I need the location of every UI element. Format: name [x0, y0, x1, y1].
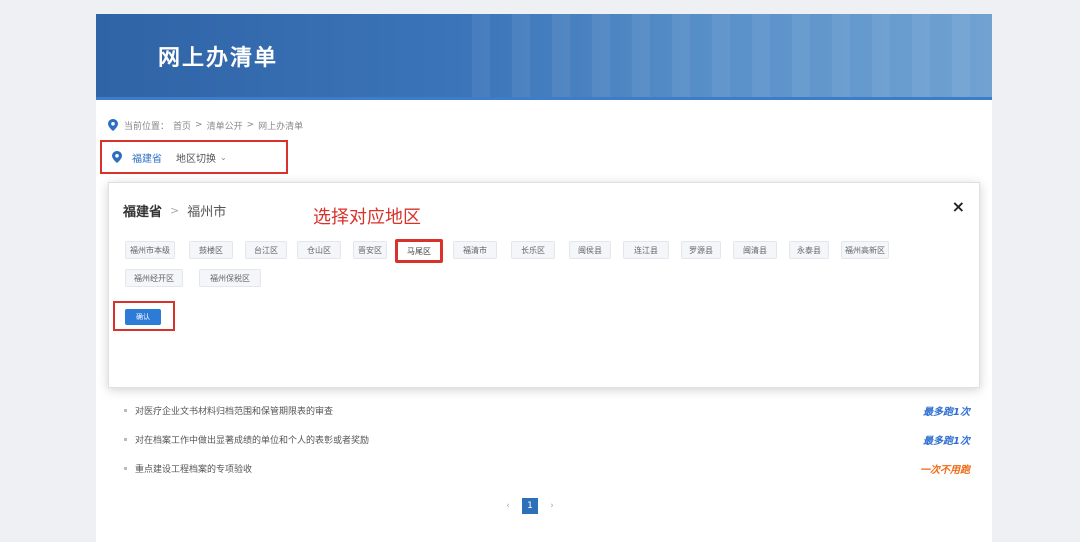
page-banner: 网上办清单: [96, 14, 992, 97]
region-selector[interactable]: 福建省 地区切换 ⌄: [100, 140, 288, 174]
district-item[interactable]: 仓山区: [297, 241, 341, 259]
region-panel: 福建省 > 福州市 选择对应地区 × 福州市本级 鼓楼区 台江区 仓山区 晋安区 马尾区福…: [108, 182, 980, 388]
page-container: 网上办清单 当前位置： 首页 > 清单公开 > 网上办清单 福建省 地区切换 ⌄…: [96, 14, 992, 542]
breadcrumb-separator: >: [246, 120, 255, 130]
region-panel-header: 福建省 > 福州市: [123, 201, 226, 220]
district-item[interactable]: 闽侯县: [569, 241, 611, 259]
pagination: ‹ 1 ›: [500, 498, 560, 514]
breadcrumb-label: 当前位置：: [124, 121, 170, 132]
bullet-icon: [124, 466, 127, 470]
service-badge: 最多跑1次: [923, 406, 970, 418]
page-number-current[interactable]: 1: [522, 498, 538, 514]
panel-separator: >: [170, 204, 180, 217]
district-item[interactable]: 连江县: [623, 241, 669, 259]
service-badge: 最多跑1次: [923, 435, 970, 447]
list-item-title[interactable]: 重点建设工程档案的专项验收: [135, 462, 252, 475]
service-badge: 一次不用跑: [920, 464, 970, 476]
confirm-button[interactable]: 确认: [125, 309, 161, 325]
region-switch-button[interactable]: 地区切换: [176, 150, 216, 165]
district-item[interactable]: 福州经开区: [125, 269, 183, 287]
district-item[interactable]: 鼓楼区: [189, 241, 233, 259]
breadcrumb-separator: >: [195, 120, 203, 130]
current-province[interactable]: 福建省: [132, 150, 162, 165]
district-item[interactable]: 台江区: [245, 241, 287, 259]
district-item[interactable]: 永泰县: [789, 241, 829, 259]
district-item[interactable]: 福州市本级: [125, 241, 175, 259]
annotation-text: 选择对应地区: [313, 207, 421, 228]
location-pin-icon: [108, 119, 118, 131]
breadcrumb-home[interactable]: 首页: [173, 119, 191, 132]
panel-city[interactable]: 福州市: [187, 201, 226, 220]
district-item[interactable]: 闽清县: [733, 241, 777, 259]
location-pin-icon: [112, 151, 122, 163]
district-item-selected[interactable]: 马尾区: [395, 239, 443, 263]
page-title: 网上办清单: [158, 46, 279, 71]
panel-province[interactable]: 福建省: [123, 201, 162, 220]
list-item-title[interactable]: 对医疗企业文书材料归档范围和保管期限表的审查: [135, 404, 333, 417]
breadcrumb-current: 网上办清单: [258, 121, 304, 132]
list-item-title[interactable]: 对在档案工作中做出显著成绩的单位和个人的表彰或者奖励: [135, 433, 369, 446]
district-item[interactable]: 福州保税区: [199, 269, 261, 287]
list-item[interactable]: 对医疗企业文书材料归档范围和保管期限表的审查 最多跑1次: [124, 400, 980, 420]
close-icon[interactable]: ×: [952, 197, 965, 216]
chevron-down-icon: ⌄: [220, 152, 227, 162]
bullet-icon: [124, 408, 127, 412]
district-item[interactable]: 福清市: [453, 241, 497, 259]
district-item[interactable]: 福州高新区: [841, 241, 889, 259]
breadcrumb: 当前位置： 首页 > 清单公开 > 网上办清单: [108, 117, 307, 133]
bullet-icon: [124, 437, 127, 441]
list-item[interactable]: 重点建设工程档案的专项验收 一次不用跑: [124, 458, 980, 478]
banner-decoration: [472, 14, 992, 97]
district-item[interactable]: 罗源县: [681, 241, 721, 259]
breadcrumb-list[interactable]: 清单公开: [207, 119, 243, 132]
list-item[interactable]: 对在档案工作中做出显著成绩的单位和个人的表彰或者奖励 最多跑1次: [124, 429, 980, 449]
confirm-highlight: 确认: [113, 301, 175, 331]
district-item[interactable]: 长乐区: [511, 241, 555, 259]
prev-page-button[interactable]: ‹: [500, 498, 516, 514]
banner-divider: [96, 97, 992, 100]
next-page-button[interactable]: ›: [544, 498, 560, 514]
district-item[interactable]: 晋安区: [353, 241, 387, 259]
